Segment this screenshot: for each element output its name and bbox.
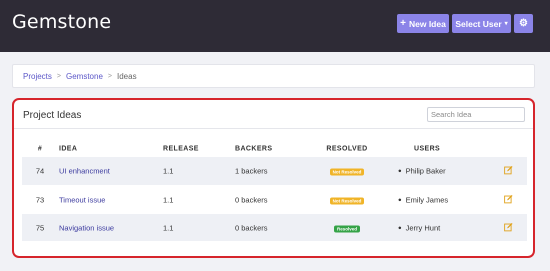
status-badge: Not Resolved bbox=[329, 168, 365, 176]
ideas-table: # IDEA RELEASE BACKERS RESOLVED USERS 74… bbox=[22, 140, 527, 241]
breadcrumb: Projects > Gemstone > Ideas bbox=[12, 64, 535, 88]
table-row: 73 Timeout issue 1.1 0 backers Not Resol… bbox=[22, 185, 527, 213]
search-idea-input[interactable] bbox=[427, 107, 525, 122]
resolved-cell: Resolved bbox=[324, 223, 370, 232]
release-value: 1.1 bbox=[163, 223, 174, 232]
edit-button[interactable] bbox=[504, 222, 513, 233]
col-header-resolved: RESOLVED bbox=[326, 145, 368, 152]
panel-divider bbox=[14, 128, 533, 129]
col-header-number: # bbox=[37, 145, 43, 152]
edit-icon bbox=[504, 165, 513, 175]
breadcrumb-separator: > bbox=[56, 72, 61, 80]
bullet-icon: ● bbox=[398, 225, 402, 231]
edit-button[interactable] bbox=[504, 194, 513, 205]
select-user-dropdown[interactable]: Select User ▾ bbox=[452, 14, 511, 33]
edit-icon bbox=[504, 194, 513, 203]
col-header-idea: IDEA bbox=[59, 145, 78, 152]
idea-link[interactable]: Timeout issue bbox=[59, 195, 105, 204]
release-value: 1.1 bbox=[163, 195, 174, 204]
table-row: 74 UI enhancment 1.1 1 backers Not Resol… bbox=[22, 157, 527, 185]
status-badge: Resolved bbox=[333, 225, 360, 232]
col-header-users: USERS bbox=[414, 145, 441, 152]
backers-value: 1 backers bbox=[235, 166, 268, 176]
breadcrumb-separator: > bbox=[107, 72, 112, 80]
caret-down-icon: ▾ bbox=[504, 21, 508, 27]
status-badge: Not Resolved bbox=[329, 197, 365, 204]
user-name: Philip Baker bbox=[405, 166, 446, 176]
bullet-icon: ● bbox=[398, 168, 402, 175]
breadcrumb-ideas: Ideas bbox=[117, 71, 137, 81]
row-id: 73 bbox=[35, 195, 45, 204]
select-user-label: Select User bbox=[455, 18, 502, 29]
plus-icon: + bbox=[400, 18, 406, 29]
new-idea-button[interactable]: + New Idea bbox=[397, 14, 449, 33]
project-ideas-panel: Project Ideas # IDEA RELEASE BACKERS RES… bbox=[12, 98, 535, 258]
bullet-icon: ● bbox=[398, 197, 402, 203]
user-name: Emily James bbox=[405, 195, 449, 204]
idea-link[interactable]: Navigation issue bbox=[59, 223, 114, 232]
release-value: 1.1 bbox=[163, 166, 174, 176]
idea-link[interactable]: UI enhancment bbox=[59, 167, 110, 176]
table-row: 75 Navigation issue 1.1 0 backers Resolv… bbox=[22, 213, 527, 241]
resolved-cell: Not Resolved bbox=[324, 195, 370, 204]
app-brand[interactable]: Gemstone bbox=[12, 11, 111, 33]
edit-icon bbox=[504, 222, 513, 231]
row-id: 74 bbox=[35, 166, 45, 176]
edit-button[interactable] bbox=[504, 165, 513, 177]
table-header: # IDEA RELEASE BACKERS RESOLVED USERS bbox=[22, 140, 527, 157]
top-navbar: Gemstone + New Idea Select User ▾ ⚙ bbox=[0, 0, 550, 52]
backers-value: 0 backers bbox=[235, 195, 268, 204]
user-item: ● Jerry Hunt bbox=[398, 223, 440, 232]
panel-title: Project Ideas bbox=[23, 110, 82, 121]
user-name: Jerry Hunt bbox=[405, 223, 441, 232]
backers-value: 0 backers bbox=[235, 223, 268, 232]
col-header-release: RELEASE bbox=[163, 145, 199, 152]
breadcrumb-projects[interactable]: Projects bbox=[23, 72, 52, 81]
gear-icon: ⚙ bbox=[519, 18, 528, 29]
resolved-cell: Not Resolved bbox=[324, 167, 370, 176]
row-id: 75 bbox=[35, 223, 45, 232]
settings-button[interactable]: ⚙ bbox=[514, 14, 533, 33]
breadcrumb-gemstone[interactable]: Gemstone bbox=[66, 72, 103, 81]
new-idea-label: New Idea bbox=[408, 18, 446, 29]
col-header-backers: BACKERS bbox=[235, 145, 273, 152]
user-item: ● Emily James bbox=[398, 195, 448, 204]
user-item: ● Philip Baker bbox=[398, 167, 446, 176]
